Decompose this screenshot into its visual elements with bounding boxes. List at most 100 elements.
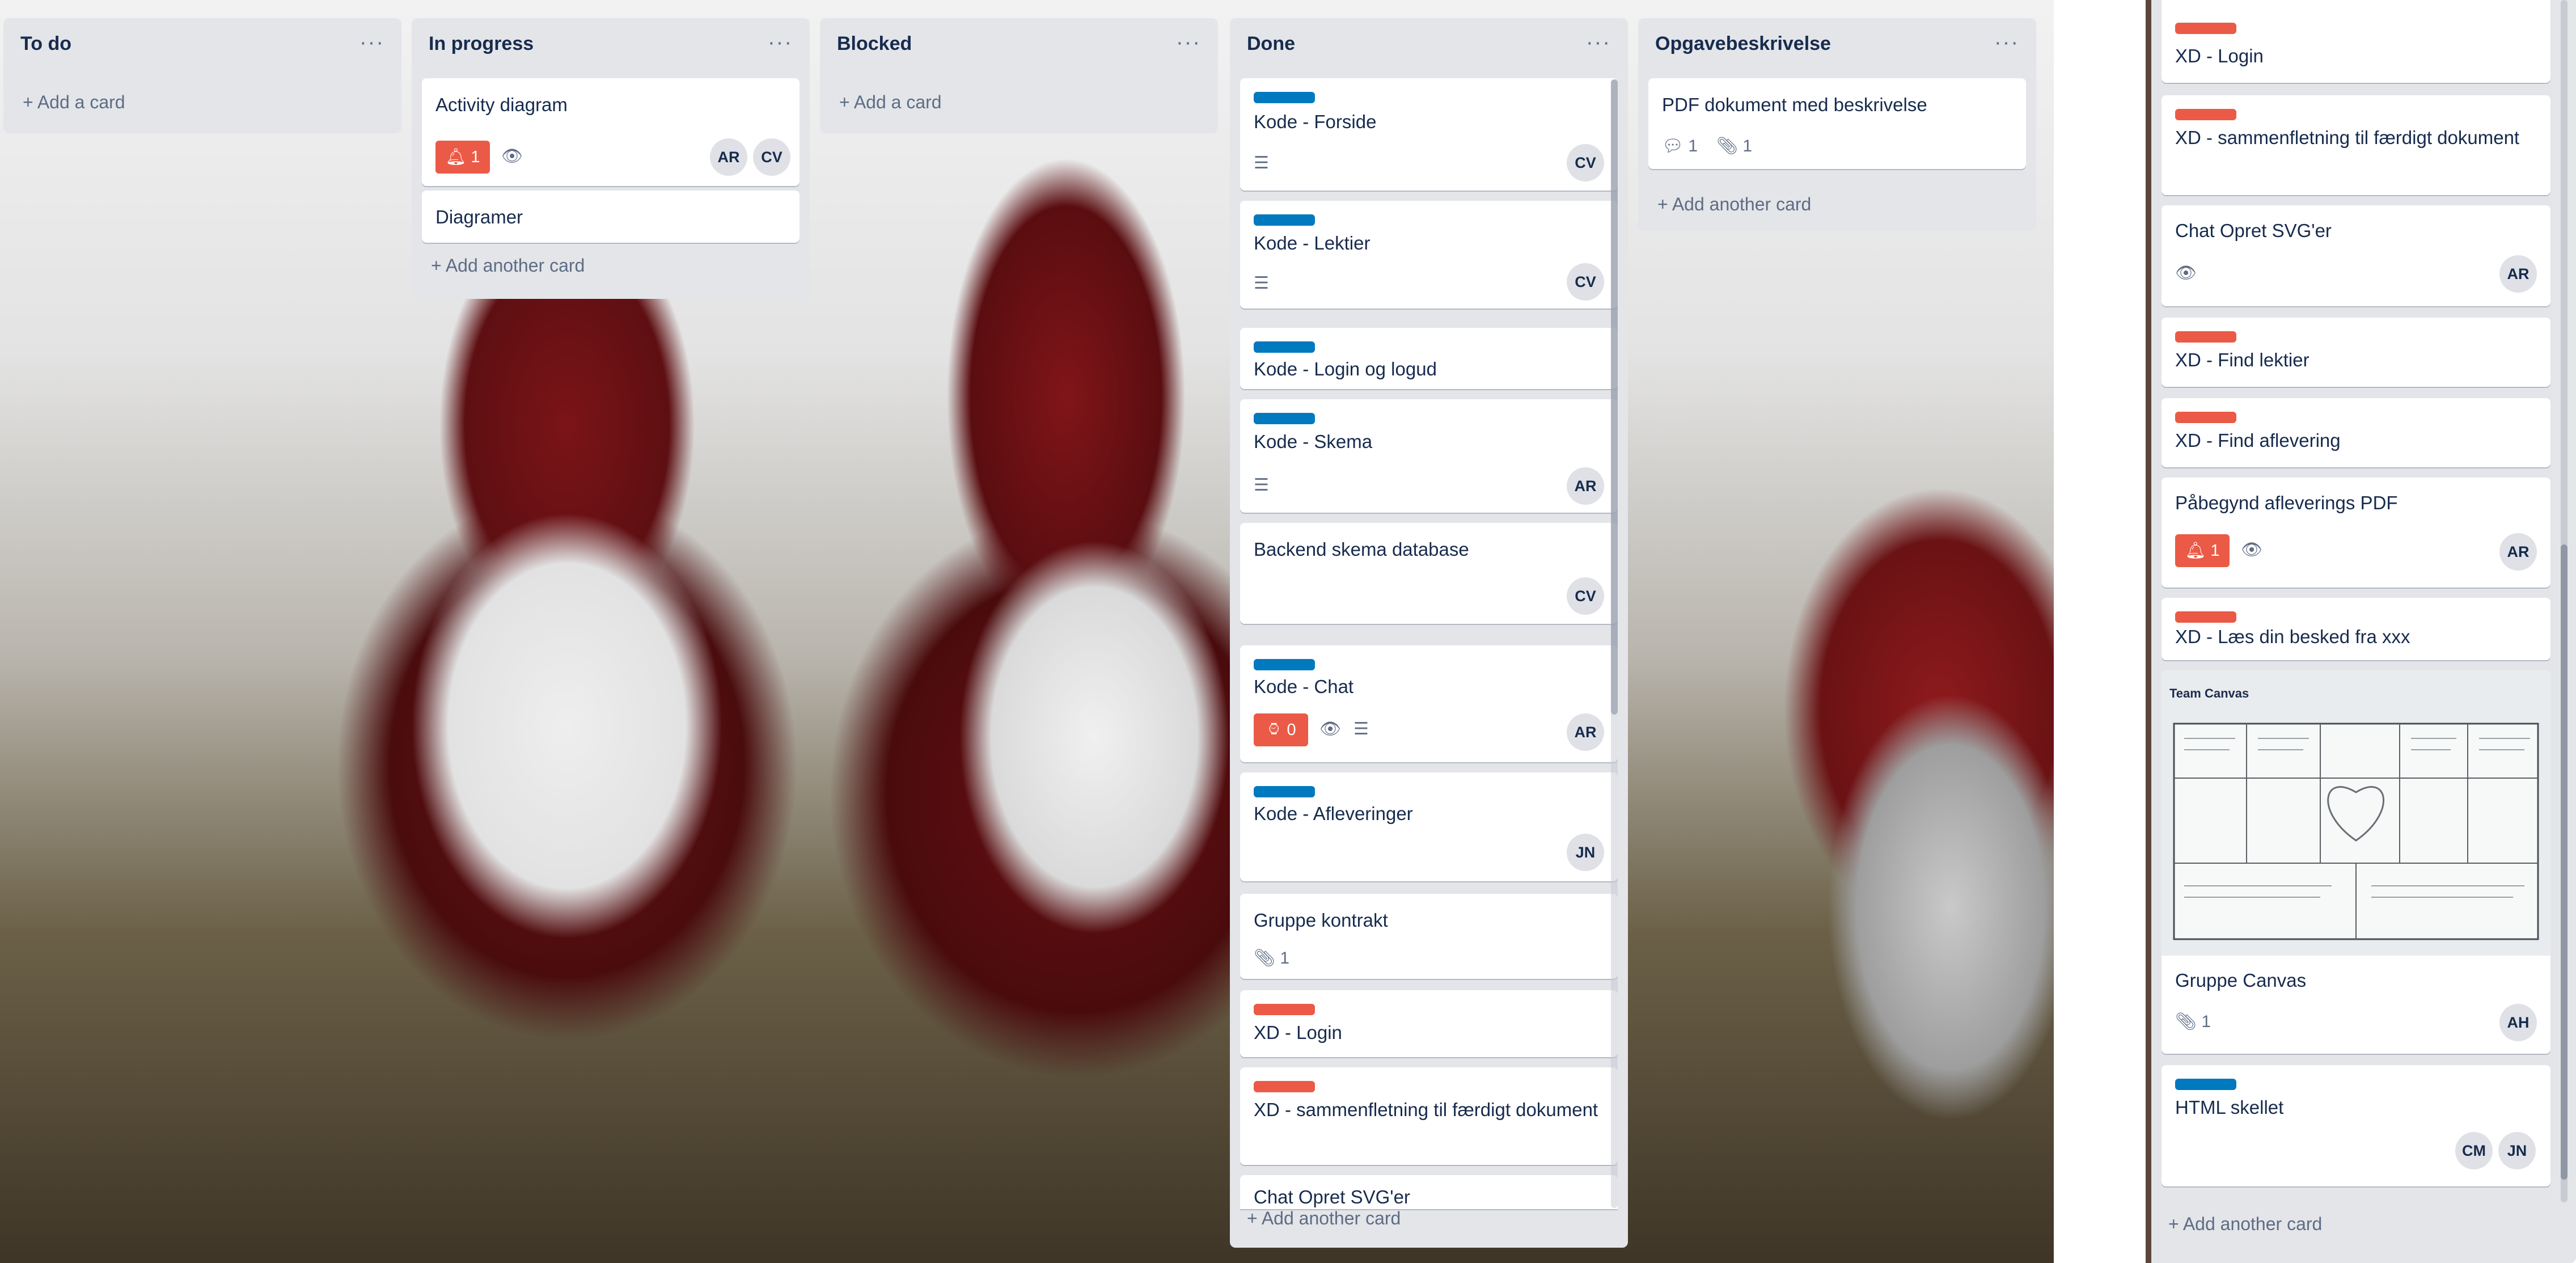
add-card-button[interactable]: + Add a card: [23, 92, 125, 113]
eye-icon: 👁︎: [1319, 720, 1342, 738]
avatar[interactable]: CV: [1567, 577, 1604, 615]
bell-icon: 🔔︎: [445, 148, 471, 166]
card-title: Kode - Lektier: [1254, 233, 1371, 254]
list-scrollbar-thumb[interactable]: [1611, 79, 1618, 715]
label-blue[interactable]: [1254, 413, 1315, 424]
card-backend-skema[interactable]: Backend skema database CV: [1240, 523, 1618, 624]
card-xd-sammenfletning[interactable]: XD - sammenfletning til færdigt dokument: [2162, 95, 2550, 195]
zoom-panel: XD - Login XD - sammenfletning til færdi…: [2146, 0, 2576, 1263]
add-card-button[interactable]: + Add another card: [431, 255, 585, 276]
card-paabegynd-pdf[interactable]: Påbegynd afleverings PDF 🔔︎ 1 👁︎ AR: [2162, 478, 2550, 588]
card-activity-diagram[interactable]: Activity diagram 🔔︎ 1 👁︎ AR CV: [422, 78, 800, 186]
card-title: PDF dokument med beskrivelse: [1662, 94, 1927, 115]
label-red[interactable]: [1254, 1004, 1315, 1015]
card-xd-sammenfletning[interactable]: XD - sammenfletning til færdigt dokument: [1240, 1067, 1618, 1165]
avatar[interactable]: AR: [710, 138, 747, 176]
card-chat-opret-svg[interactable]: Chat Opret SVG'er: [1240, 1175, 1618, 1209]
label-red[interactable]: [1254, 1081, 1315, 1092]
list-in-progress: In progress ··· Activity diagram 🔔︎ 1 👁︎…: [412, 18, 810, 299]
card-title: XD - Find lektier: [2175, 349, 2309, 370]
comment-icon: 💬︎ 1: [1662, 137, 1698, 155]
add-card-button[interactable]: + Add another card: [1247, 1208, 1401, 1229]
card-title: Kode - Login og logud: [1254, 358, 1437, 379]
card-kode-chat[interactable]: Kode - Chat ⌚︎ 0 👁︎ ☰ AR: [1240, 645, 1618, 762]
card-title: Gruppe kontrakt: [1254, 910, 1388, 931]
card-gruppe-canvas[interactable]: Team Canvas Gruppe Canvas 📎︎ 1 AH: [2162, 670, 2550, 1054]
add-card-button[interactable]: + Add another card: [2168, 1214, 2322, 1235]
card-xd-find-lektier[interactable]: XD - Find lektier: [2162, 318, 2550, 387]
card-kode-forside[interactable]: Kode - Forside ☰ CV: [1240, 78, 1618, 191]
add-card-button[interactable]: + Add a card: [839, 92, 942, 113]
clock-icon: ⌚︎: [1266, 721, 1287, 739]
card-kode-lektier[interactable]: Kode - Lektier ☰ CV: [1240, 201, 1618, 309]
avatar[interactable]: CV: [1567, 144, 1604, 181]
canvas-caption: Team Canvas: [2169, 686, 2249, 700]
avatar[interactable]: AR: [1567, 467, 1604, 505]
label-blue[interactable]: [2175, 1079, 2236, 1090]
card-xd-laes-besked[interactable]: XD - Læs din besked fra xxx: [2162, 598, 2550, 660]
label-blue[interactable]: [1254, 786, 1315, 797]
list-header: Opgavebeskrivelse ···: [1655, 31, 2019, 58]
avatar[interactable]: CM: [2455, 1132, 2493, 1169]
avatar[interactable]: AR: [2499, 255, 2537, 293]
label-blue[interactable]: [1254, 659, 1315, 670]
label-red[interactable]: [2175, 331, 2236, 343]
description-icon: ☰: [1254, 476, 1269, 495]
list-menu-icon[interactable]: ···: [1586, 31, 1611, 55]
card-title: XD - sammenfletning til færdigt dokument: [2175, 127, 2520, 148]
card-kode-skema[interactable]: Kode - Skema ☰ AR: [1240, 399, 1618, 513]
due-badge[interactable]: 🔔︎ 1: [2175, 534, 2230, 567]
avatar[interactable]: AR: [1567, 713, 1604, 751]
card-title: XD - Login: [1254, 1022, 1342, 1043]
list-header: Done ···: [1247, 31, 1611, 58]
list-menu-icon[interactable]: ···: [1994, 31, 2019, 55]
panel-divider: [2054, 0, 2146, 1263]
label-red[interactable]: [2175, 23, 2236, 34]
list-menu-icon[interactable]: ···: [768, 31, 793, 55]
label-red[interactable]: [2175, 412, 2236, 423]
avatar[interactable]: CV: [1567, 263, 1604, 301]
list-opgavebeskrivelse: Opgavebeskrivelse ··· PDF dokument med b…: [1638, 18, 2036, 231]
add-card-button[interactable]: + Add another card: [1657, 194, 1811, 215]
list-blocked: Blocked ··· + Add a card: [820, 18, 1218, 133]
card-diagramer[interactable]: Diagramer: [422, 191, 800, 243]
avatar[interactable]: CV: [753, 138, 790, 176]
attachment-count: 1: [2201, 1012, 2211, 1031]
card-kode-login[interactable]: Kode - Login og logud: [1240, 328, 1618, 389]
card-title: Chat Opret SVG'er: [1254, 1186, 1410, 1207]
avatar[interactable]: JN: [1567, 834, 1604, 871]
avatar[interactable]: AR: [2499, 533, 2537, 571]
due-badge[interactable]: ⌚︎ 0: [1254, 713, 1308, 746]
card-xd-login[interactable]: XD - Login: [1240, 990, 1618, 1057]
avatar[interactable]: JN: [2498, 1132, 2536, 1169]
list-header: In progress ···: [429, 31, 793, 58]
card-title: Diagramer: [435, 206, 523, 227]
card-title: Activity diagram: [435, 94, 568, 115]
label-red[interactable]: [2175, 611, 2236, 623]
label-blue[interactable]: [1254, 92, 1315, 103]
card-gruppe-kontrakt[interactable]: Gruppe kontrakt 📎︎ 1: [1240, 894, 1618, 979]
list-title: Done: [1247, 33, 1295, 54]
card-title: HTML skellet: [2175, 1097, 2284, 1118]
avatar[interactable]: AH: [2499, 1004, 2537, 1041]
card-xd-login[interactable]: XD - Login: [2162, 0, 2550, 83]
card-title: Kode - Forside: [1254, 111, 1377, 132]
label-blue[interactable]: [1254, 341, 1315, 353]
card-xd-find-aflevering[interactable]: XD - Find aflevering: [2162, 398, 2550, 467]
label-red[interactable]: [2175, 109, 2236, 120]
due-badge[interactable]: 🔔︎ 1: [435, 141, 490, 174]
list-menu-icon[interactable]: ···: [359, 31, 384, 55]
label-blue[interactable]: [1254, 214, 1315, 226]
panel-edge: [2146, 0, 2151, 1263]
due-count: 1: [2210, 542, 2220, 560]
attachment-icon: 📎︎ 1: [1254, 949, 1290, 968]
card-pdf-dokument[interactable]: PDF dokument med beskrivelse 💬︎ 1 📎︎ 1: [1648, 78, 2026, 169]
attachment-count: 1: [1742, 137, 1753, 155]
card-kode-afleveringer[interactable]: Kode - Afleveringer JN: [1240, 772, 1618, 881]
card-title: Kode - Chat: [1254, 676, 1354, 697]
card-chat-opret-svg[interactable]: Chat Opret SVG'er 👁︎ AR: [2162, 205, 2550, 306]
zoom-scrollbar-thumb[interactable]: [2561, 544, 2567, 1180]
description-icon: ☰: [1353, 720, 1369, 738]
card-html-skellet[interactable]: HTML skellet CM JN: [2162, 1065, 2550, 1186]
list-menu-icon[interactable]: ···: [1176, 31, 1201, 55]
